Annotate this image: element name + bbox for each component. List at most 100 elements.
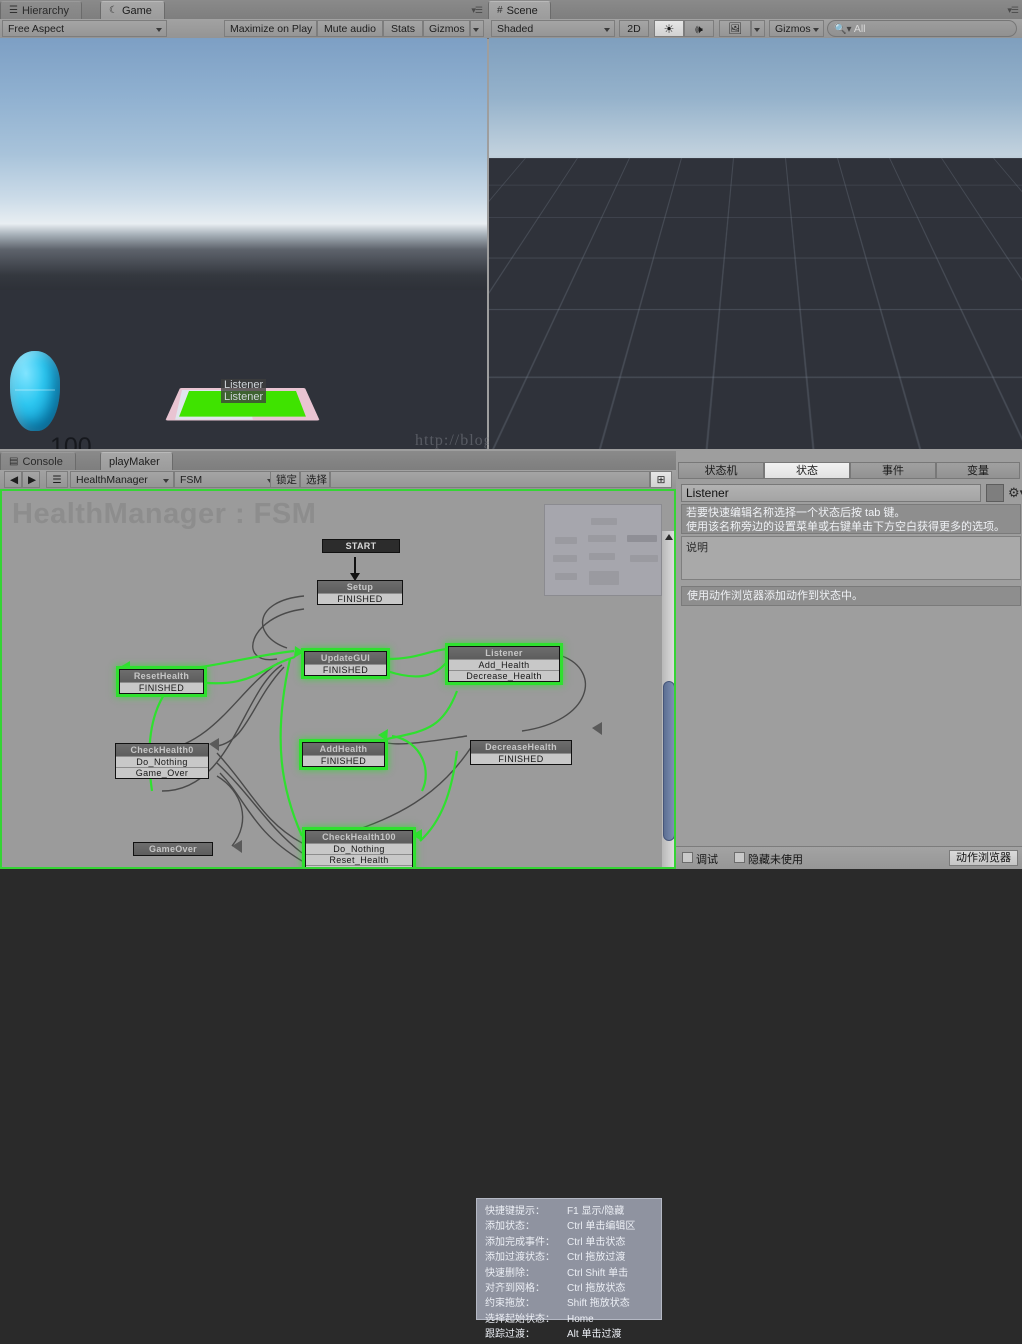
gizmos-button[interactable]: Gizmos [423, 20, 470, 37]
fsm-state-resethealth[interactable]: ResetHealth FINISHED [119, 669, 204, 694]
fx-dropdown[interactable] [751, 20, 765, 37]
fsm-state-checkhealth100[interactable]: CheckHealth100 Do_Nothing Reset_Health C… [305, 830, 413, 867]
image-icon: 🖼 [728, 23, 742, 35]
game-health-readout: 100 [50, 433, 92, 449]
scene-gizmos-dropdown[interactable]: Gizmos [769, 20, 824, 37]
fsm-state-addhealth[interactable]: AddHealth FINISHED [302, 742, 385, 767]
tab-states[interactable]: 状态 [764, 462, 850, 479]
fsm-state-start[interactable]: START [322, 539, 400, 553]
state-event[interactable]: Do_Nothing [116, 756, 208, 767]
scene-view[interactable]: Key 任务 面板 y x z ≡ Iso [489, 38, 1022, 449]
action-hint-box: 使用动作浏览器添加动作到状态中。 [681, 586, 1021, 606]
hide-unused-checkbox[interactable] [734, 852, 745, 863]
maximize-on-play-button[interactable]: Maximize on Play [224, 20, 317, 37]
shortcut-key: 对齐到网格： [485, 1283, 545, 1295]
state-description-input[interactable]: 说明 [681, 536, 1021, 580]
state-title: GameOver [134, 843, 212, 855]
state-event[interactable]: Decrease_Health [449, 670, 559, 681]
fsm-state-listener[interactable]: Listener Add_Health Decrease_Health [448, 646, 560, 682]
scene-search-input[interactable]: 🔍▾ All [827, 20, 1017, 37]
state-event[interactable]: FINISHED [305, 664, 386, 675]
state-name-input[interactable]: Listener [681, 484, 981, 502]
tab-state-machine[interactable]: 状态机 [678, 462, 764, 479]
shortcut-row: 约束拖放： Shift 拖放状态 [485, 1297, 635, 1310]
shortcut-key: 跟踪过渡： [485, 1329, 535, 1341]
scrollbar-thumb[interactable] [663, 681, 674, 841]
shortcut-row: 快速删除： Ctrl Shift 单击 [485, 1267, 635, 1280]
state-event[interactable]: Check_Health_0 [306, 865, 412, 867]
shortcut-value: Shift 拖放状态 [567, 1298, 630, 1310]
shortcut-key: 约束拖放： [485, 1298, 535, 1310]
tab-variables[interactable]: 变量 [936, 462, 1020, 479]
game-view[interactable]: Listener Listener 100 [0, 38, 487, 449]
playmaker-toolbar: ◀ ▶ ☰ HealthManager FSM 锁定 选择 ⊞ [0, 470, 676, 490]
state-title: CheckHealth0 [116, 744, 208, 756]
tab-hierarchy-label: Hierarchy [21, 5, 70, 17]
state-title: Listener [449, 647, 559, 659]
hint-line-1: 若要快速编辑名称选择一个状态后按 tab 键。 [686, 507, 906, 519]
game-panel-menu-icon[interactable]: ▾☰ [471, 5, 483, 16]
fsm-graph-canvas[interactable]: HealthManager : FSM START Setup FINISHED… [0, 489, 676, 869]
graph-vertical-scrollbar[interactable] [662, 531, 674, 867]
shortcut-row: 选择起始状态： Home [485, 1313, 635, 1326]
shortcut-key: 快速删除： [485, 1267, 535, 1279]
console-icon: ▤ [9, 456, 19, 467]
tab-hierarchy[interactable]: ☰ Hierarchy [0, 1, 83, 20]
fsm-state-gameover[interactable]: GameOver [133, 842, 213, 856]
2d-toggle-button[interactable]: 2D [619, 20, 649, 37]
aspect-dropdown[interactable]: Free Aspect [2, 20, 167, 37]
scene-grid-icon: # [497, 5, 503, 16]
tab-console-label: Console [22, 456, 63, 468]
stats-button[interactable]: Stats [383, 20, 423, 37]
game-sky [0, 38, 487, 296]
forward-arrow-icon[interactable]: ▶ [22, 471, 40, 488]
state-event[interactable]: FINISHED [120, 682, 203, 693]
fsm-state-setup[interactable]: Setup FINISHED [317, 580, 403, 605]
mute-audio-button[interactable]: Mute audio [317, 20, 383, 37]
fx-toggle-button[interactable]: 🖼 [719, 20, 751, 37]
tab-events[interactable]: 事件 [850, 462, 936, 479]
tab-game[interactable]: ☾ Game [100, 1, 165, 20]
state-hint-box: 若要快速编辑名称选择一个状态后按 tab 键。 使用该名称旁边的设置菜单或右键单… [681, 504, 1021, 534]
game-player-capsule [10, 351, 60, 431]
state-event[interactable]: FINISHED [318, 593, 402, 604]
shortcut-value: Alt 单击过渡 [567, 1329, 622, 1341]
state-color-swatch[interactable] [986, 484, 1004, 502]
gameobject-dropdown[interactable]: HealthManager [70, 471, 174, 488]
unity-editor-window: ☰ Hierarchy ☾ Game ▾☰ Free Aspect Maximize… [0, 0, 1022, 1340]
shortcut-key: 添加状态： [485, 1221, 535, 1233]
tab-scene[interactable]: # Scene [488, 1, 551, 20]
game-toolbar: Free Aspect Maximize on Play Mute audio … [0, 19, 488, 39]
state-event[interactable]: FINISHED [303, 755, 384, 766]
shortcut-row: 添加过渡状态： Ctrl 拖放过渡 [485, 1251, 635, 1264]
lock-button[interactable]: 锁定 [270, 471, 300, 488]
tab-game-label: Game [121, 5, 152, 17]
fsm-state-updategui[interactable]: UpdateGUI FINISHED [304, 651, 387, 676]
scene-toolbar: Shaded 2D ☀ 🕪 🖼 Gizmos 🔍▾ All [488, 19, 1022, 39]
gear-icon[interactable]: ⚙▾ [1008, 484, 1022, 502]
back-arrow-icon[interactable]: ◀ [4, 471, 22, 488]
fsm-state-checkhealth0[interactable]: CheckHealth0 Do_Nothing Game_Over [115, 743, 209, 779]
debug-label: 调试 [696, 854, 718, 866]
fsm-state-decreasehealth[interactable]: DecreaseHealth FINISHED [470, 740, 572, 765]
scene-panel-menu-icon[interactable]: ▾☰ [1007, 5, 1019, 16]
state-event[interactable]: Do_Nothing [306, 843, 412, 854]
fsm-dropdown[interactable]: FSM [174, 471, 278, 488]
select-button[interactable]: 选择 [300, 471, 330, 488]
debug-checkbox[interactable] [682, 852, 693, 863]
state-event[interactable]: Reset_Health [306, 854, 412, 865]
layout-icon[interactable]: ⊞ [650, 471, 672, 488]
gizmos-dropdown[interactable] [470, 20, 484, 37]
state-event[interactable]: Add_Health [449, 659, 559, 670]
state-event[interactable]: FINISHED [471, 753, 571, 764]
state-event[interactable]: Game_Over [116, 767, 208, 778]
action-browser-button[interactable]: 动作浏览器 [949, 850, 1018, 866]
lighting-toggle-button[interactable]: ☀ [654, 20, 684, 37]
scrollbar-up-arrow-icon[interactable] [665, 534, 673, 540]
draw-mode-dropdown[interactable]: Shaded [491, 20, 615, 37]
fsm-minimap[interactable] [544, 504, 662, 596]
audio-toggle-button[interactable]: 🕪 [684, 20, 714, 37]
hamburger-icon[interactable]: ☰ [46, 471, 68, 488]
tab-playmaker[interactable]: playMaker [100, 452, 173, 471]
tab-console[interactable]: ▤ Console [0, 452, 76, 471]
